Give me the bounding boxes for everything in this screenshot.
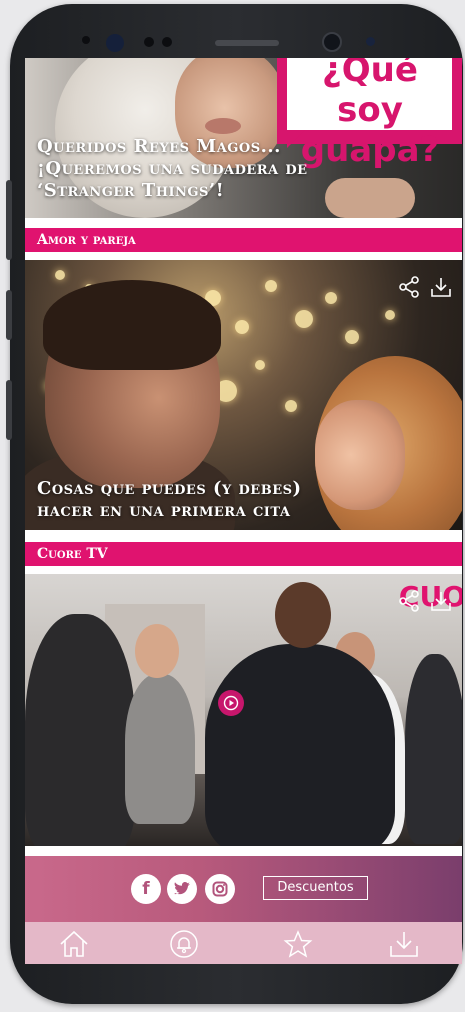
- article-card-stranger-things[interactable]: ¿Qué soy guapa? Queridos Reyes Magos... …: [25, 58, 462, 218]
- share-icon[interactable]: [398, 590, 420, 612]
- download-icon[interactable]: [430, 590, 452, 612]
- phone-top-bezel: [10, 4, 463, 64]
- article-title[interactable]: Cosas que puedes (y debes) hacer en una …: [37, 478, 337, 522]
- bell-icon: [170, 930, 198, 958]
- bokeh-light: [385, 310, 395, 320]
- bokeh-light: [285, 400, 297, 412]
- article-title[interactable]: Queridos Reyes Magos... ¡Queremos una su…: [37, 136, 357, 202]
- volume-up-button: [6, 180, 12, 260]
- front-sensor: [366, 37, 375, 46]
- assistant-button: [6, 380, 12, 440]
- category-bar-amor-y-pareja[interactable]: Amor y pareja: [25, 228, 462, 252]
- earpiece-speaker: [215, 40, 279, 46]
- home-icon: [60, 930, 88, 957]
- twitter-icon[interactable]: [167, 874, 197, 904]
- video-image-main-person-head: [275, 582, 331, 648]
- instagram-icon[interactable]: [205, 874, 235, 904]
- article-actions: [398, 276, 452, 298]
- bottom-tab-bar: [25, 922, 462, 964]
- facebook-icon[interactable]: f: [131, 874, 161, 904]
- app-screen: ¿Qué soy guapa? Queridos Reyes Magos... …: [25, 58, 462, 964]
- tab-home[interactable]: [57, 928, 91, 960]
- bokeh-light: [55, 270, 65, 280]
- light-sensor: [162, 37, 172, 47]
- article-image-man-hair: [43, 280, 221, 370]
- tab-favorites[interactable]: [281, 928, 315, 960]
- article-image-lips: [205, 118, 241, 134]
- front-camera: [322, 32, 342, 52]
- video-image-person: [125, 674, 195, 824]
- video-image-main-person: [205, 644, 395, 846]
- bokeh-light: [325, 292, 337, 304]
- video-image-person: [405, 654, 462, 844]
- star-icon: [283, 930, 313, 958]
- bokeh-light: [255, 360, 265, 370]
- bokeh-light: [265, 280, 277, 292]
- video-card-cuore-tv[interactable]: CUO: [25, 574, 462, 846]
- play-icon: [223, 695, 239, 711]
- article-card-primera-cita[interactable]: Cosas que puedes (y debes) hacer en una …: [25, 260, 462, 530]
- bokeh-light: [235, 320, 249, 334]
- sensor-dot: [82, 36, 90, 44]
- tab-notifications[interactable]: [167, 928, 201, 960]
- bokeh-light: [295, 310, 313, 328]
- video-image-person-head: [135, 624, 179, 678]
- footer: f Descuentos: [25, 856, 462, 922]
- iris-scanner: [106, 34, 124, 52]
- share-icon[interactable]: [398, 276, 420, 298]
- download-icon: [390, 932, 418, 957]
- volume-down-button: [6, 290, 12, 340]
- video-actions: [398, 590, 452, 612]
- proximity-sensor: [144, 37, 154, 47]
- video-image-person: [25, 614, 135, 846]
- bokeh-light: [345, 330, 359, 344]
- play-button[interactable]: [218, 690, 244, 716]
- download-icon[interactable]: [430, 276, 452, 298]
- category-bar-cuore-tv[interactable]: Cuore TV: [25, 542, 462, 566]
- discounts-button[interactable]: Descuentos: [263, 876, 368, 900]
- tab-downloads[interactable]: [387, 928, 421, 960]
